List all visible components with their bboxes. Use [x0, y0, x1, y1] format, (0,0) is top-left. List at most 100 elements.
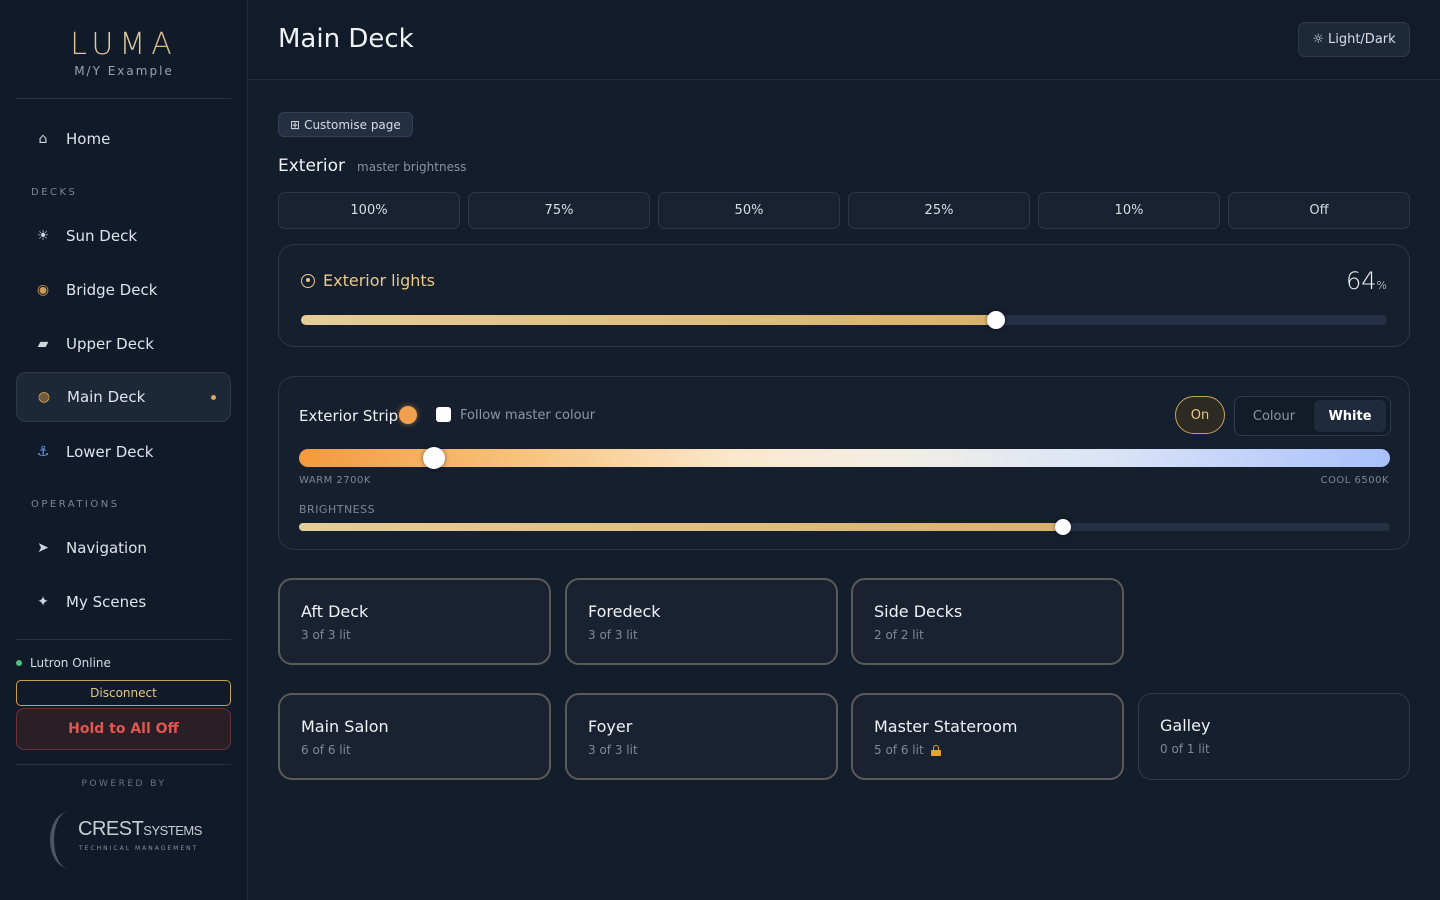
home-icon: ⌂	[38, 131, 48, 147]
sidebar-item-my-scenes[interactable]: ✦ My Scenes	[16, 577, 231, 627]
sidebar-item-home[interactable]: ⌂ Home	[16, 114, 231, 164]
header: Main Deck ☼ Light/Dark	[248, 0, 1440, 80]
exterior-lights-title: Exterior lights	[301, 271, 435, 290]
exterior-lights-slider[interactable]	[301, 311, 1387, 329]
slider-thumb[interactable]	[987, 311, 1006, 329]
room-status: 2 of 2 lit	[874, 628, 924, 642]
disconnect-button[interactable]: Disconnect	[16, 680, 231, 706]
room-name: Main Salon	[301, 717, 389, 736]
follow-master-checkbox[interactable]	[436, 407, 451, 422]
logo-text: LUMA	[0, 28, 248, 62]
strip-brightness-slider[interactable]	[299, 519, 1390, 535]
room-name: Master Stateroom	[874, 717, 1018, 736]
preset-10-button[interactable]: 10%	[1038, 192, 1220, 229]
colour-temperature-slider[interactable]	[299, 449, 1390, 467]
room-name: Foyer	[588, 717, 633, 736]
powered-by-label: POWERED BY	[81, 779, 167, 789]
light-bulb-icon	[301, 273, 315, 288]
sidebar-item-bridge-deck[interactable]: ◉ Bridge Deck	[16, 265, 231, 315]
room-status: 3 of 3 lit	[588, 743, 638, 757]
brightness-presets: 100% 75% 50% 25% 10% Off	[278, 192, 1410, 229]
sidebar-item-label: Upper Deck	[66, 335, 154, 353]
preset-50-button[interactable]: 50%	[658, 192, 840, 229]
room-card-main-salon[interactable]: Main Salon 6 of 6 lit	[278, 693, 551, 780]
room-status: 3 of 3 lit	[588, 628, 638, 642]
slider-fill	[301, 315, 997, 325]
room-card-galley[interactable]: Galley 0 of 1 lit	[1138, 693, 1410, 780]
sidebar: LUMA M/Y Example ⌂ Home DECKS ☀ Sun Deck…	[0, 0, 248, 900]
sidebar-item-lower-deck[interactable]: ⚓ Lower Deck	[16, 427, 231, 477]
sidebar-item-label: My Scenes	[66, 593, 147, 611]
sidebar-item-label: Bridge Deck	[66, 281, 158, 299]
slider-thumb[interactable]	[1054, 519, 1071, 535]
strip-on-toggle[interactable]: On	[1175, 396, 1225, 434]
sidebar-item-label: Sun Deck	[66, 227, 138, 245]
sidebar-divider	[16, 764, 231, 765]
mode-colour-option[interactable]: Colour	[1239, 400, 1309, 432]
sun-icon: ☀	[36, 228, 50, 244]
sidebar-item-label: Navigation	[66, 539, 147, 557]
page-title: Main Deck	[278, 24, 414, 54]
brightness-label: BRIGHTNESS	[299, 503, 376, 516]
room-card-foyer[interactable]: Foyer 3 of 3 lit	[565, 693, 838, 780]
dining-icon: ◍	[37, 389, 51, 405]
preset-100-button[interactable]: 100%	[278, 192, 460, 229]
all-off-button[interactable]: Hold to All Off	[16, 708, 231, 750]
vessel-name: M/Y Example	[74, 64, 174, 78]
exterior-lights-label: Exterior lights	[323, 271, 435, 290]
preset-off-button[interactable]: Off	[1228, 192, 1410, 229]
partner-tagline: TECHNICAL MANAGEMENT	[79, 845, 199, 852]
preset-25-button[interactable]: 25%	[848, 192, 1030, 229]
customise-page-button[interactable]: ⊞ Customise page	[278, 112, 413, 137]
section-subtitle: master brightness	[357, 160, 467, 174]
section-label-operations: OPERATIONS	[31, 499, 120, 510]
sun-icon: ☼	[1312, 32, 1324, 47]
section-title: Exterior	[278, 156, 346, 176]
sidebar-item-main-deck[interactable]: ◍ Main Deck	[16, 372, 231, 422]
room-status: 6 of 6 lit	[301, 743, 351, 757]
exterior-lights-card: Exterior lights 64%	[278, 244, 1410, 347]
sidebar-item-label: Lower Deck	[66, 443, 154, 461]
section-header: Exterior master brightness	[278, 156, 466, 176]
section-label-decks: DECKS	[31, 187, 78, 198]
navigation-arrow-icon: ➤	[37, 540, 49, 556]
anchor-icon: ⚓	[36, 444, 50, 460]
active-indicator	[211, 395, 216, 400]
lock-icon	[930, 744, 941, 756]
follow-master-label: Follow master colour	[460, 408, 596, 423]
exterior-lights-value: 64%	[1346, 267, 1387, 295]
room-status: 5 of 6 lit	[874, 743, 924, 757]
mode-white-option[interactable]: White	[1314, 400, 1386, 432]
warm-label: WARM 2700K	[299, 475, 371, 486]
room-name: Aft Deck	[301, 602, 369, 621]
strip-title: Exterior Strip	[299, 407, 399, 425]
room-status: 3 of 3 lit	[301, 628, 351, 642]
yacht-icon: ▰	[37, 336, 49, 352]
status-dot	[16, 660, 22, 666]
colour-swatch[interactable]	[399, 406, 417, 424]
room-card-aft-deck[interactable]: Aft Deck 3 of 3 lit	[278, 578, 551, 665]
compass-icon: ◉	[36, 282, 50, 298]
customise-label: Customise page	[304, 117, 401, 132]
room-card-side-decks[interactable]: Side Decks 2 of 2 lit	[851, 578, 1124, 665]
room-name: Side Decks	[874, 602, 963, 621]
sidebar-divider	[16, 639, 231, 640]
sidebar-item-sun-deck[interactable]: ☀ Sun Deck	[16, 211, 231, 261]
sidebar-item-upper-deck[interactable]: ▰ Upper Deck	[16, 319, 231, 369]
connection-status: Lutron Online	[16, 656, 111, 670]
room-status-row: 5 of 6 lit	[874, 743, 941, 757]
sidebar-item-label: Main Deck	[67, 388, 146, 406]
room-card-foredeck[interactable]: Foredeck 3 of 3 lit	[565, 578, 838, 665]
grid-icon: ⊞	[290, 117, 301, 132]
theme-toggle-button[interactable]: ☼ Light/Dark	[1298, 22, 1410, 57]
room-card-master-stateroom[interactable]: Master Stateroom 5 of 6 lit	[851, 693, 1124, 780]
preset-75-button[interactable]: 75%	[468, 192, 650, 229]
sparkle-icon: ✦	[37, 594, 49, 610]
mode-segmented-control: Colour White	[1234, 396, 1391, 436]
sidebar-divider	[16, 98, 231, 99]
room-name: Foredeck	[588, 602, 661, 621]
partner-logo: CRESTSYSTEMS TECHNICAL MANAGEMENT	[50, 812, 202, 868]
partner-name: CRESTSYSTEMS	[78, 818, 202, 840]
status-text: Lutron Online	[30, 656, 111, 670]
sidebar-item-navigation[interactable]: ➤ Navigation	[16, 523, 231, 573]
